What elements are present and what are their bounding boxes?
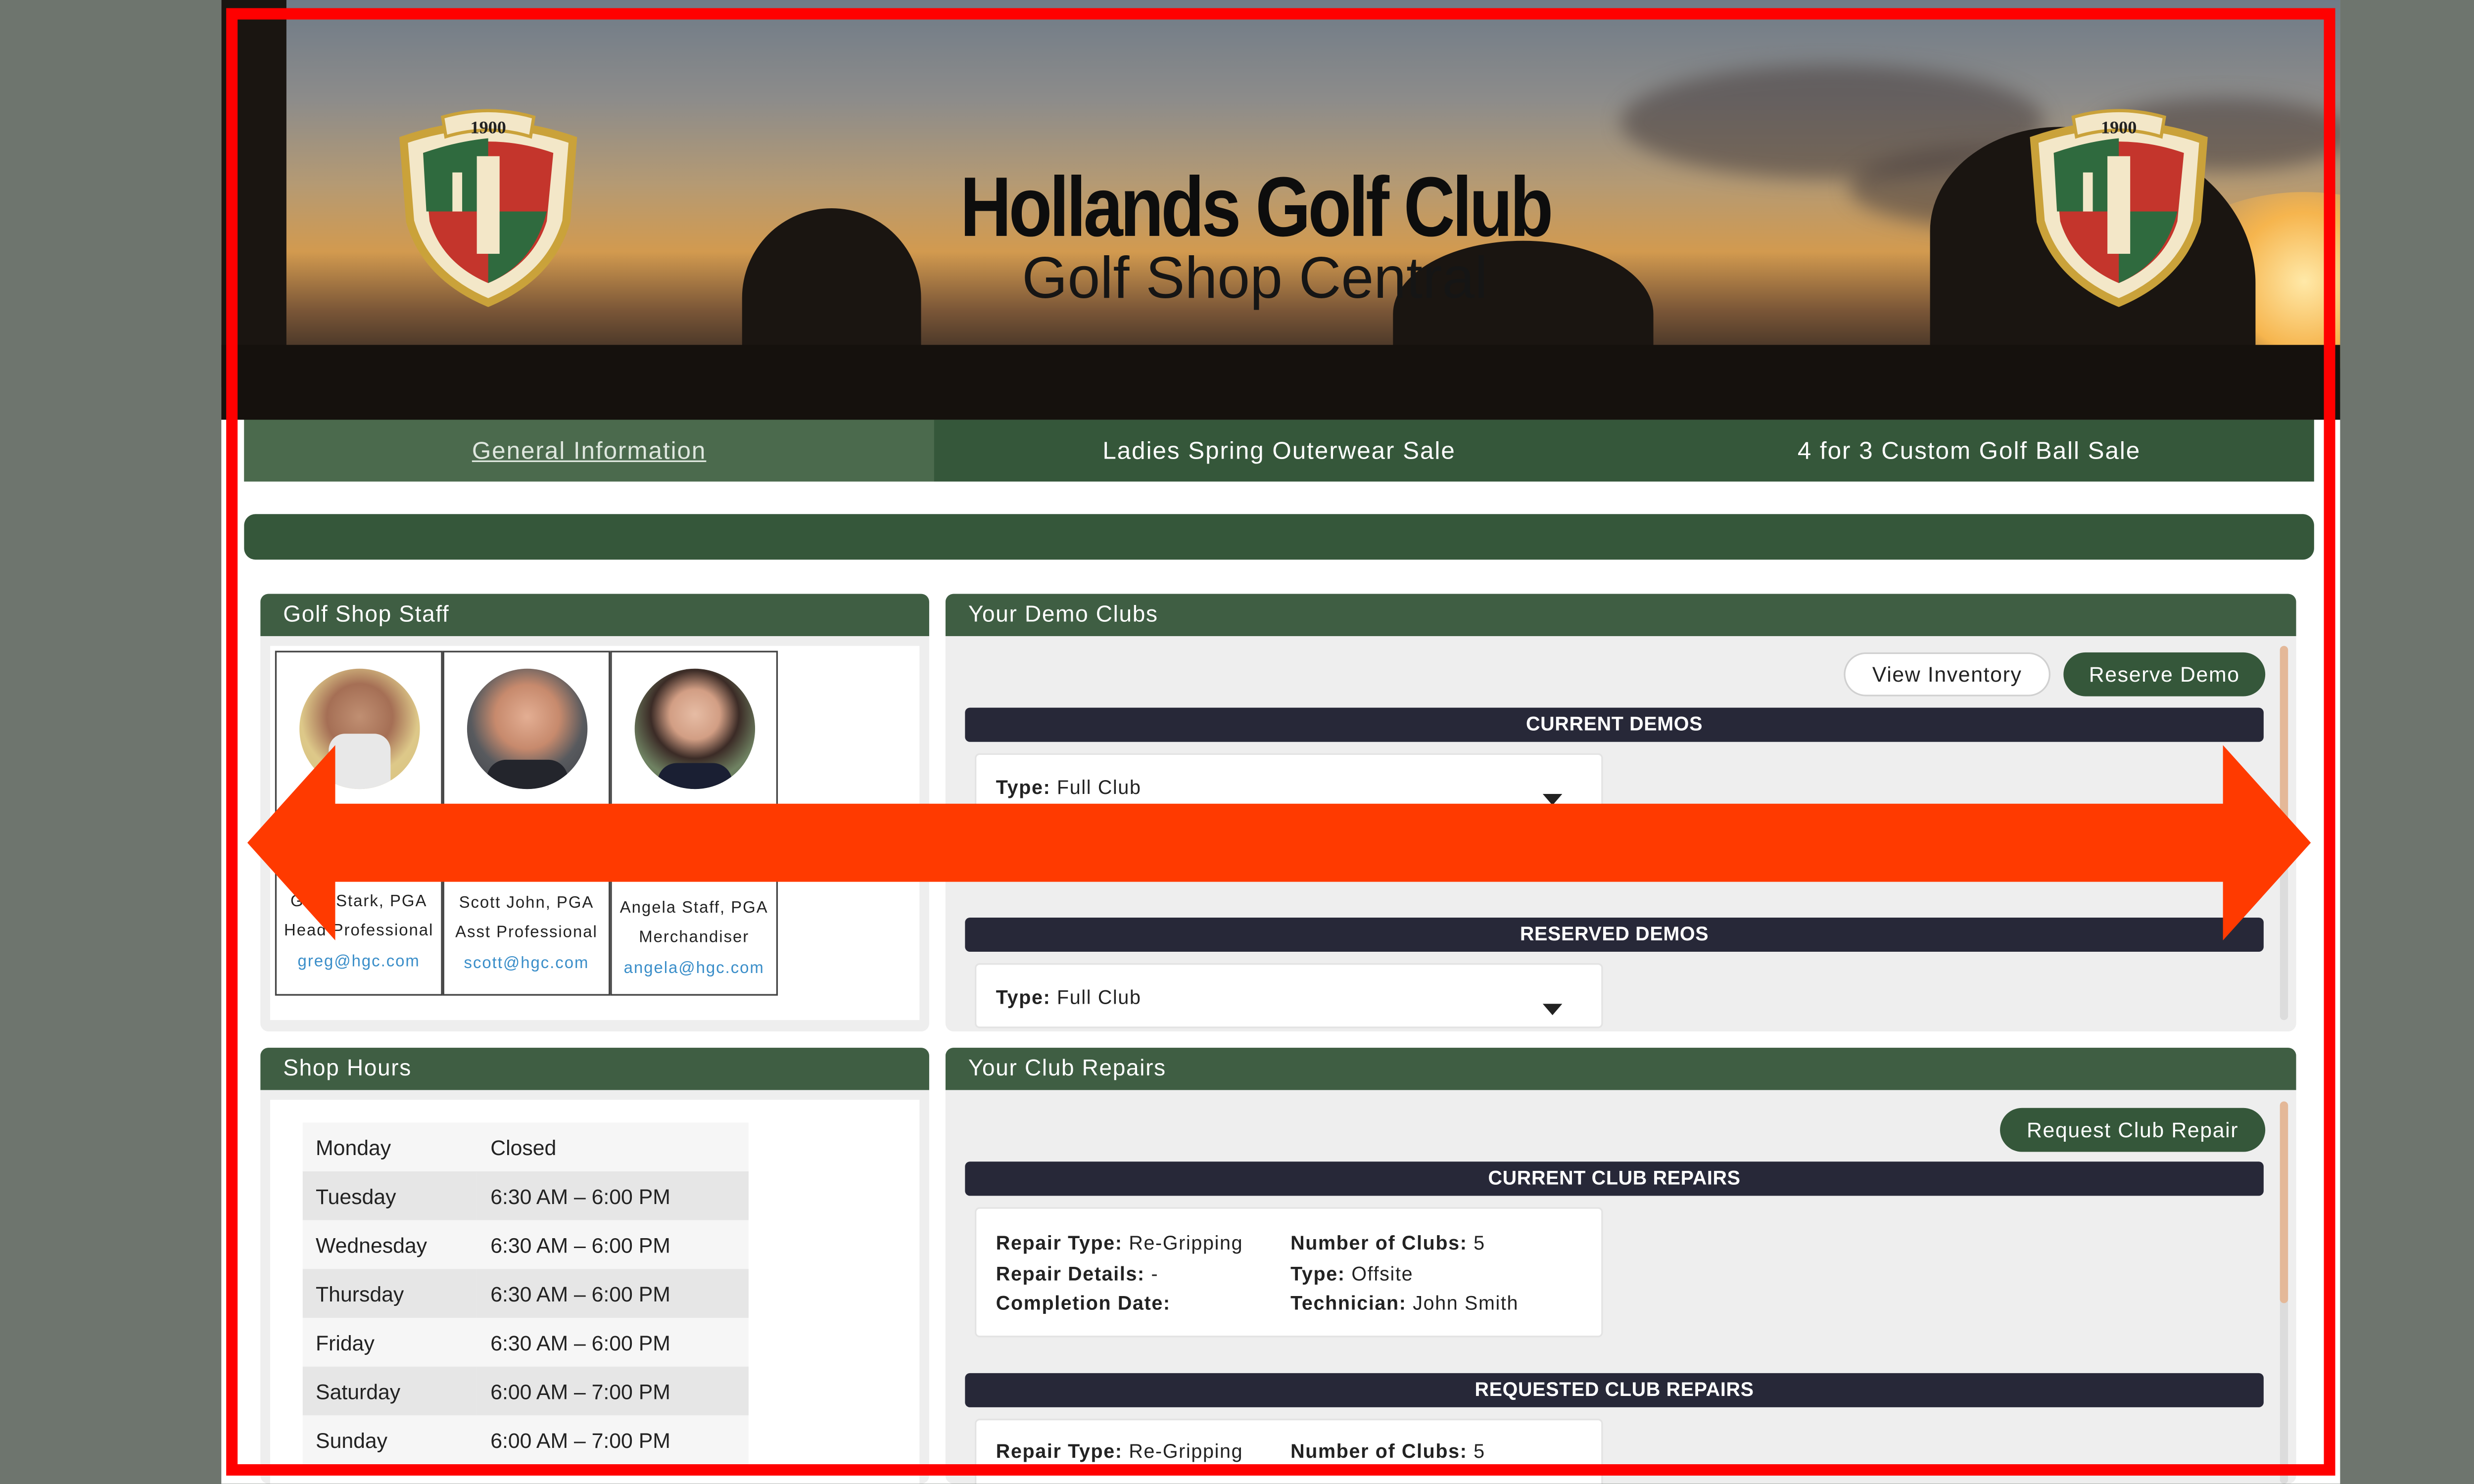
- scrollbar-thumb[interactable]: [2280, 1101, 2288, 1303]
- requested-club-repairs-header: REQUESTED CLUB REPAIRS: [965, 1373, 2264, 1407]
- staff-role: Asst Professional: [455, 924, 598, 942]
- repair-left-column: Repair Type: Re-Gripping Repair Details:…: [996, 1228, 1243, 1319]
- number-of-clubs-value: 5: [1474, 1439, 1485, 1463]
- repair-details-value: -: [1151, 1261, 1159, 1285]
- type-label: Type:: [996, 776, 1051, 799]
- current-demos-header: CURRENT DEMOS: [965, 707, 2264, 742]
- hours-cell: Closed: [490, 1135, 557, 1159]
- staff-card: Angela Staff, PGA Merchandiser angela@hg…: [610, 650, 778, 996]
- svg-text:1900: 1900: [2101, 118, 2137, 138]
- current-club-repairs-header: CURRENT CLUB REPAIRS: [965, 1161, 2264, 1196]
- staff-email-link[interactable]: angela@hgc.com: [612, 960, 776, 977]
- day-cell: Thursday: [316, 1281, 404, 1306]
- technician-value: John Smith: [1413, 1292, 1519, 1315]
- hours-cell: 6:30 AM – 6:00 PM: [490, 1232, 670, 1257]
- view-inventory-button[interactable]: View Inventory: [1844, 652, 2051, 696]
- type-label-wrap: Type: Full Club: [996, 776, 1142, 799]
- staff-email-link[interactable]: greg@hgc.com: [277, 953, 441, 971]
- page: 1900 1900 Hollands Golf Club Golf Shop C…: [0, 0, 2474, 1484]
- repair-type-label: Repair Type:: [996, 1439, 1123, 1463]
- current-demo-card[interactable]: Type: Full Club: [975, 753, 1603, 819]
- staff-name: Greg Stark, PGA: [290, 893, 428, 911]
- staff-name: Angela Staff, PGA: [619, 899, 768, 918]
- shop-hours-table: Monday Closed Tuesday 6:30 AM – 6:00 PM We…: [302, 1122, 749, 1465]
- avatar: [299, 668, 420, 789]
- day-cell: Sunday: [316, 1428, 388, 1452]
- day-cell: Friday: [316, 1330, 375, 1355]
- day-cell: Monday: [316, 1135, 391, 1159]
- day-cell: Wednesday: [316, 1232, 428, 1257]
- staff-role: Merchandiser: [639, 928, 750, 947]
- club-crest-right: 1900: [2030, 109, 2208, 307]
- hours-cell: 6:00 AM – 7:00 PM: [490, 1428, 670, 1452]
- number-of-clubs-label: Number of Clubs:: [1290, 1439, 1468, 1463]
- staff-card: Greg Stark, PGA Head Professional greg@h…: [275, 650, 443, 996]
- tab-ladies-spring-outerwear-sale[interactable]: Ladies Spring Outerwear Sale: [934, 420, 1624, 482]
- site-subtitle: Golf Shop Central: [1022, 244, 1488, 311]
- staff-email-link[interactable]: scott@hgc.com: [444, 955, 609, 973]
- panel-title: Your Demo Clubs: [945, 594, 2296, 636]
- chevron-down-icon[interactable]: [1542, 793, 1563, 806]
- day-cell: Saturday: [316, 1379, 401, 1403]
- current-repair-card: Repair Type: Re-Gripping Repair Details:…: [975, 1207, 1603, 1338]
- type-label: Type:: [996, 986, 1051, 1009]
- chevron-down-icon[interactable]: [1542, 1004, 1563, 1016]
- hours-cell: 6:30 AM – 6:00 PM: [490, 1281, 670, 1306]
- repair-type-value: Re-Gripping: [1129, 1231, 1243, 1254]
- table-row: Saturday 6:00 AM – 7:00 PM: [302, 1366, 749, 1416]
- hours-cell: 6:30 AM – 6:00 PM: [490, 1330, 670, 1355]
- panel-title: Golf Shop Staff: [260, 594, 929, 636]
- avatar: [634, 668, 756, 789]
- panel-title: Your Club Repairs: [945, 1048, 2296, 1090]
- staff-role: Head Professional: [284, 922, 434, 940]
- number-of-clubs-label: Number of Clubs:: [1290, 1231, 1468, 1254]
- repair-location-type-value: Offsite: [1351, 1261, 1414, 1285]
- main-nav: General Information Ladies Spring Outerw…: [244, 419, 2314, 482]
- staff-card: Scott John, PGA Asst Professional scott@…: [442, 650, 611, 996]
- request-club-repair-button[interactable]: Request Club Repair: [2000, 1108, 2266, 1152]
- table-row: Wednesday 6:30 AM – 6:00 PM: [302, 1220, 749, 1269]
- staff-name: Scott John, PGA: [459, 894, 594, 913]
- completion-date-label: Completion Date:: [996, 1292, 1171, 1315]
- technician-label: Technician:: [1290, 1292, 1407, 1315]
- requested-repair-type: Repair Type: Re-Gripping: [996, 1440, 1243, 1463]
- repair-location-type-label: Type:: [1290, 1261, 1345, 1285]
- requested-repair-card: Repair Type: Re-Gripping Number of Clubs…: [975, 1418, 1603, 1484]
- requested-number-of-clubs: Number of Clubs: 5: [1290, 1440, 1485, 1463]
- scrollbar-thumb[interactable]: [2280, 646, 2288, 866]
- demo-clubs-panel: Your Demo Clubs View Inventory Reserve D…: [945, 594, 2296, 1032]
- reserve-demo-button[interactable]: Reserve Demo: [2063, 652, 2266, 696]
- site-title: Hollands Golf Club: [960, 161, 1553, 256]
- table-row: Thursday 6:30 AM – 6:00 PM: [302, 1269, 749, 1318]
- reserved-demo-card[interactable]: Type: Full Club: [975, 963, 1603, 1028]
- number-of-clubs-value: 5: [1474, 1231, 1485, 1254]
- reserved-demos-header: RESERVED DEMOS: [965, 917, 2264, 952]
- repair-type-value: Re-Gripping: [1129, 1439, 1243, 1463]
- repair-details-label: Repair Details:: [996, 1261, 1145, 1285]
- repair-right-column: Number of Clubs: 5 Type: Offsite Technic…: [1290, 1228, 1519, 1319]
- type-label-wrap: Type: Full Club: [996, 986, 1142, 1009]
- type-value: Full Club: [1057, 986, 1142, 1009]
- svg-text:1900: 1900: [471, 118, 506, 138]
- tab-custom-golf-ball-sale[interactable]: 4 for 3 Custom Golf Ball Sale: [1624, 420, 2314, 482]
- club-crest-left: 1900: [399, 109, 577, 307]
- type-value: Full Club: [1057, 776, 1142, 799]
- table-row: Friday 6:30 AM – 6:00 PM: [302, 1318, 749, 1367]
- panel-title: Shop Hours: [260, 1048, 929, 1090]
- hours-cell: 6:00 AM – 7:00 PM: [490, 1379, 670, 1403]
- table-row: Sunday 6:00 AM – 7:00 PM: [302, 1415, 749, 1465]
- hours-cell: 6:30 AM – 6:00 PM: [490, 1183, 670, 1208]
- horizon-ridge: [221, 345, 2340, 420]
- announcement-bar: [244, 514, 2314, 560]
- tree-silhouette: [221, 0, 286, 387]
- table-row: Tuesday 6:30 AM – 6:00 PM: [302, 1171, 749, 1220]
- table-row: Monday Closed: [302, 1122, 749, 1172]
- repair-type-label: Repair Type:: [996, 1231, 1123, 1254]
- avatar: [467, 668, 588, 789]
- day-cell: Tuesday: [316, 1183, 396, 1208]
- tab-general-information[interactable]: General Information: [244, 419, 934, 482]
- club-repairs-panel: Your Club Repairs Request Club Repair CU…: [945, 1048, 2296, 1484]
